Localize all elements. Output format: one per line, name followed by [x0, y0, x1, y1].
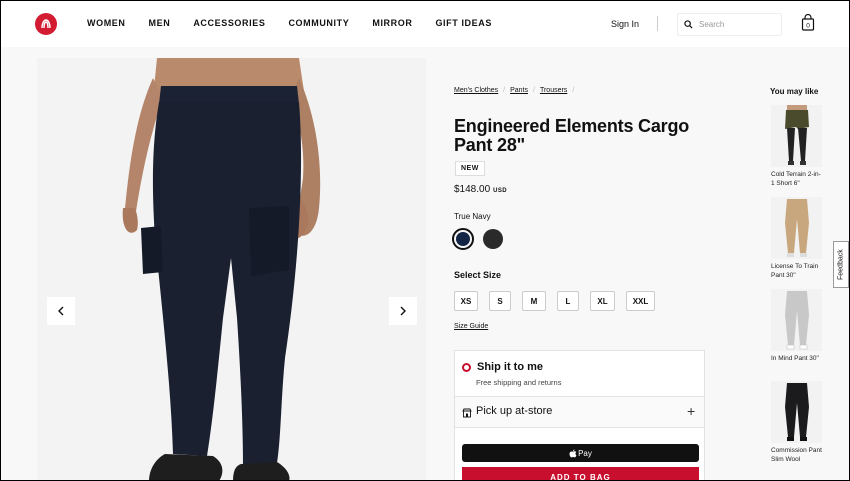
product-thumbnail: [771, 105, 822, 167]
recommendation-name: License To Train Pant 30": [771, 263, 819, 279]
breadcrumb-pants[interactable]: Pants: [510, 87, 528, 94]
breadcrumb-separator: /: [572, 87, 575, 94]
nav-gift-ideas[interactable]: GIFT IDEAS: [435, 18, 492, 28]
recommendation-card[interactable]: In Mind Pant 30": [771, 289, 823, 363]
pickup-option[interactable]: Pick up at-store +: [455, 397, 704, 428]
plus-icon[interactable]: +: [687, 403, 695, 419]
swatch-true-navy[interactable]: [452, 228, 474, 250]
price-currency: USD: [493, 188, 508, 194]
recommendation-image: [771, 105, 822, 167]
breadcrumb-mens-clothes[interactable]: Men's Clothes: [454, 87, 498, 94]
page: WOMEN MEN ACCESSORIES COMMUNITY MIRROR G…: [0, 0, 850, 481]
product-thumbnail: [771, 381, 822, 443]
recommendation-name: Cold Terrain 2-in-1 Short 6": [771, 171, 821, 187]
size-guide-link[interactable]: Size Guide: [454, 323, 488, 330]
store-icon: [462, 408, 472, 418]
search-input[interactable]: [699, 20, 774, 29]
next-image-button[interactable]: [389, 297, 417, 325]
swatch-fill: [456, 232, 470, 246]
search-box[interactable]: [677, 13, 782, 36]
apple-pay-label: Pay: [578, 448, 592, 458]
size-selector: XS S M L XL XXL: [454, 291, 666, 311]
pickup-option-title: Pick up at-store: [476, 405, 553, 417]
breadcrumb-trousers[interactable]: Trousers: [540, 87, 567, 94]
brand-logo[interactable]: [35, 13, 57, 35]
breadcrumb-separator: /: [503, 87, 506, 94]
shopping-bag-button[interactable]: 0: [801, 13, 815, 36]
product-price: $148.00 USD: [454, 184, 507, 195]
nav-mirror[interactable]: MIRROR: [372, 18, 412, 28]
nav-women[interactable]: WOMEN: [87, 18, 126, 28]
select-size-label: Select Size: [454, 270, 502, 280]
new-badge: NEW: [455, 161, 485, 176]
site-header: WOMEN MEN ACCESSORIES COMMUNITY MIRROR G…: [1, 1, 849, 47]
add-to-bag-button[interactable]: ADD TO BAG: [462, 467, 699, 480]
size-button-xl[interactable]: XL: [590, 291, 615, 311]
nav-accessories[interactable]: ACCESSORIES: [193, 18, 265, 28]
recommendation-card[interactable]: Cold Terrain 2-in-1 Short 6": [771, 105, 823, 188]
product-title: Engineered Elements Cargo Pant 28": [454, 116, 690, 155]
nav-men[interactable]: MEN: [149, 18, 171, 28]
product-image: [37, 58, 426, 480]
size-button-l[interactable]: L: [557, 291, 579, 311]
chevron-right-icon: [400, 306, 406, 316]
apple-icon: [569, 449, 577, 457]
recommendation-name: In Mind Pant 30": [771, 355, 819, 362]
selected-color-name: True Navy: [454, 212, 491, 221]
ship-option[interactable]: Ship it to me Free shipping and returns: [455, 351, 704, 397]
fulfillment-options: Ship it to me Free shipping and returns …: [454, 350, 705, 480]
logo-icon: [41, 19, 51, 29]
size-button-s[interactable]: S: [489, 291, 511, 311]
recommendation-name: Commission Pant Slim Wool: [771, 447, 822, 463]
breadcrumb: Men's Clothes / Pants / Trousers /: [454, 87, 579, 94]
product-thumbnail: [771, 197, 822, 259]
product-thumbnail: [771, 289, 822, 351]
nav-community[interactable]: COMMUNITY: [288, 18, 349, 28]
recommendation-image: [771, 197, 822, 259]
size-button-xs[interactable]: XS: [454, 291, 478, 311]
breadcrumb-separator: /: [533, 87, 535, 94]
price-value: $148.00: [454, 184, 491, 195]
apple-pay-button[interactable]: Pay: [462, 444, 699, 462]
ship-option-title: Ship it to me: [477, 361, 543, 373]
sign-in-link[interactable]: Sign In: [611, 19, 639, 29]
bag-count: 0: [806, 22, 810, 29]
size-button-xxl[interactable]: XXL: [626, 291, 655, 311]
prev-image-button[interactable]: [47, 297, 75, 325]
recommendation-card[interactable]: Commission Pant Slim Wool: [771, 381, 823, 464]
chevron-left-icon: [58, 306, 64, 316]
recommendations-title: You may like: [770, 87, 819, 96]
main-nav: WOMEN MEN ACCESSORIES COMMUNITY MIRROR G…: [87, 18, 515, 28]
radio-selected-icon[interactable]: [462, 363, 471, 372]
header-divider: [657, 16, 658, 31]
feedback-tab[interactable]: Feedback: [833, 241, 849, 288]
ship-option-subtitle: Free shipping and returns: [476, 378, 562, 387]
recommendation-card[interactable]: License To Train Pant 30": [771, 197, 823, 280]
bag-icon: 0: [801, 13, 815, 31]
search-icon: [684, 20, 693, 29]
recommendation-image: [771, 289, 822, 351]
product-photo: [37, 58, 426, 480]
size-button-m[interactable]: M: [522, 291, 546, 311]
recommendation-image: [771, 381, 822, 443]
swatch-black[interactable]: [483, 229, 503, 249]
